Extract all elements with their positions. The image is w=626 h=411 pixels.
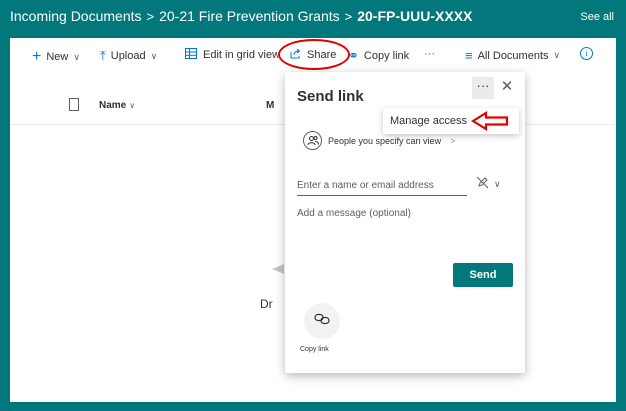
chevron-down-icon: ∨ [73,51,80,62]
column-header-modified[interactable]: M [266,100,274,111]
upload-button[interactable]: ⤒ Upload ∨ [100,48,157,64]
breadcrumb-item-folder[interactable]: 20-21 Fire Prevention Grants [159,8,340,24]
edit-grid-view-button[interactable]: Edit in grid view [185,48,278,62]
copy-link-button-label: Copy link [363,50,410,62]
plus-icon: + [32,48,42,65]
breadcrumb-separator: > [344,8,353,24]
edit-grid-view-label: Edit in grid view [203,49,278,61]
upload-button-label: Upload [110,50,146,62]
empty-state-text: Dr [260,297,273,311]
view-switcher-label: All Documents [477,49,549,62]
link-settings-button[interactable]: People you specify can view > [303,131,455,150]
chevron-down-icon: ∨ [129,101,136,110]
share-panel-title: Send link [297,88,364,105]
share-panel: Send link ··· ✕ Manage access People you… [285,72,525,373]
grid-icon [185,48,197,62]
menu-item-manage-access[interactable]: Manage access [390,115,467,127]
arrow-left-icon [471,111,509,131]
link-scope-label: People you specify can view [328,135,442,146]
share-panel-more-button[interactable]: ··· [472,77,494,99]
pencil-off-icon [476,176,489,192]
see-all-link[interactable]: See all [580,11,614,23]
permission-dropdown[interactable]: ∨ [476,176,501,192]
chevron-down-icon: ∨ [553,50,561,60]
breadcrumb-separator: > [146,8,155,24]
breadcrumb-item-current: 20-FP-UUU-XXXX [357,8,473,24]
breadcrumb: Incoming Documents > 20-21 Fire Preventi… [10,8,472,24]
people-icon [303,131,322,150]
upload-icon: ⤒ [100,48,106,63]
email-input[interactable] [297,176,467,196]
copy-link-action[interactable]: Copy link [300,303,340,353]
column-header-name[interactable]: Name ∨ [99,100,135,111]
copy-link-circle [304,303,340,339]
breadcrumb-item-library[interactable]: Incoming Documents [10,8,142,24]
column-header-name-label: Name [99,100,127,111]
more-actions-button[interactable]: ··· [424,48,435,60]
new-button-label: New [46,51,69,63]
more-actions-label: ··· [424,48,435,60]
copy-link-button[interactable]: ⚭ Copy link [348,48,409,64]
send-button[interactable]: Send [453,263,513,287]
command-bar: + New ∨ ⤒ Upload ∨ Edit in grid view Sha… [10,38,616,74]
chevron-right-icon: > [450,135,456,146]
copy-link-label: Copy link [300,346,329,353]
new-button[interactable]: + New ∨ [32,48,80,66]
share-annotation-oval [278,39,350,70]
app-frame: Incoming Documents > 20-21 Fire Preventi… [0,0,626,411]
link-icon [314,312,330,330]
header: Incoming Documents > 20-21 Fire Preventi… [0,0,626,34]
info-button[interactable]: i [580,47,593,60]
filter-icon: ≡ [465,48,473,63]
chevron-down-icon: ∨ [150,50,158,61]
document-icon [69,98,79,111]
view-switcher[interactable]: ≡ All Documents ∨ [465,48,560,63]
chevron-down-icon: ∨ [494,178,501,189]
info-icon: i [580,47,593,60]
message-input[interactable] [297,208,507,244]
empty-state-illustration [272,264,284,274]
close-button[interactable]: ✕ [498,78,516,96]
